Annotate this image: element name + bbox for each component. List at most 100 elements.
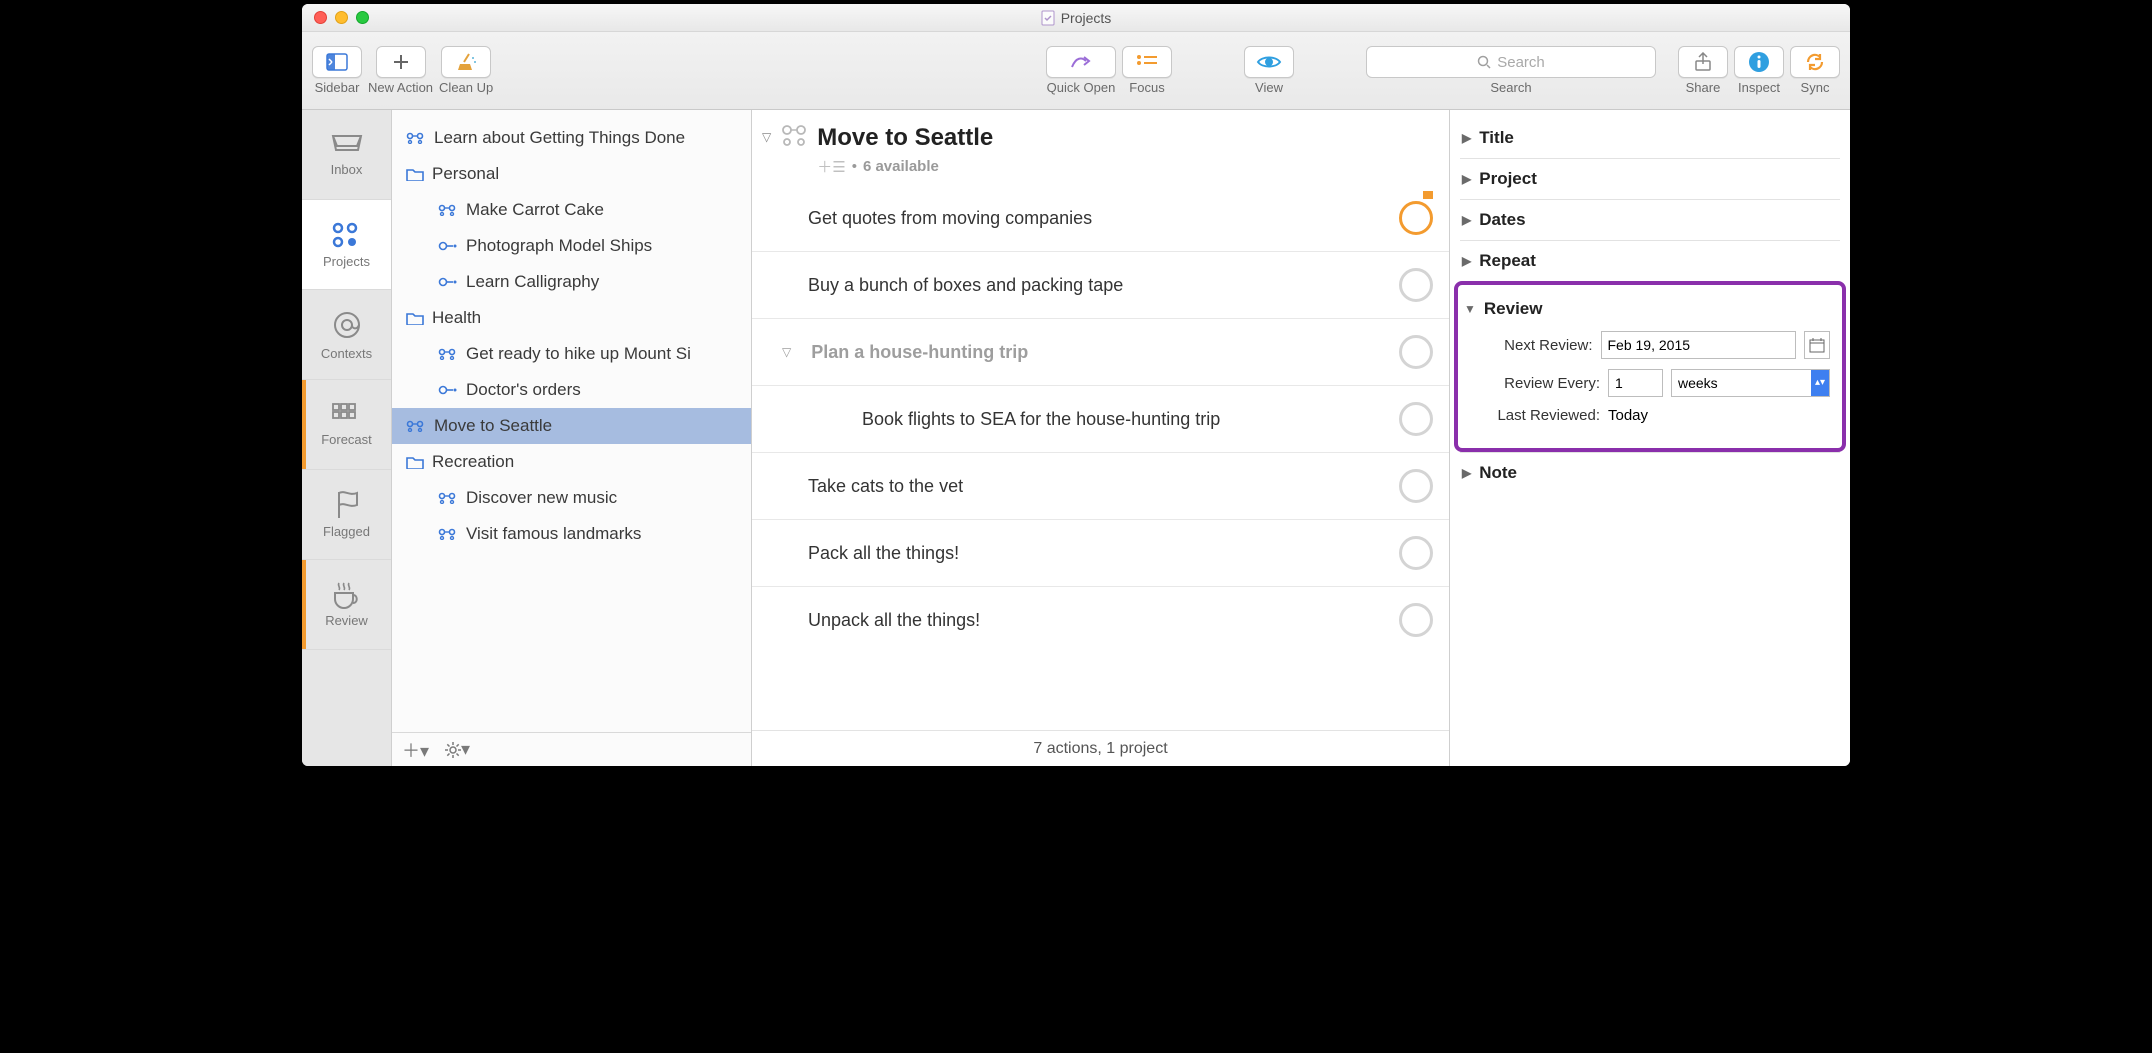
folder-icon bbox=[406, 311, 424, 325]
toolbar-label: Inspect bbox=[1738, 80, 1780, 95]
perspective-inbox[interactable]: Inbox bbox=[302, 110, 391, 200]
view-button[interactable] bbox=[1244, 46, 1294, 78]
search-input[interactable]: Search bbox=[1366, 46, 1656, 78]
perspective-flagged[interactable]: Flagged bbox=[302, 470, 391, 560]
sidebar-item[interactable]: Move to Seattle bbox=[392, 408, 751, 444]
sidebar-item[interactable]: Make Carrot Cake bbox=[392, 192, 751, 228]
single-action-list-icon bbox=[438, 241, 458, 251]
task-row[interactable]: Unpack all the things! bbox=[752, 586, 1449, 653]
task-status-circle[interactable] bbox=[1399, 603, 1433, 637]
sidebar-item-label: Learn about Getting Things Done bbox=[434, 128, 685, 148]
inspector-section-repeat[interactable]: ▶Repeat bbox=[1462, 251, 1838, 271]
sidebar-item[interactable]: Learn about Getting Things Done bbox=[392, 120, 751, 156]
calendar-picker-button[interactable] bbox=[1804, 331, 1831, 359]
task-status-circle[interactable] bbox=[1399, 268, 1433, 302]
sidebar-item[interactable]: Visit famous landmarks bbox=[392, 516, 751, 552]
single-action-list-icon bbox=[438, 385, 458, 395]
task-status-circle[interactable] bbox=[1399, 201, 1433, 235]
sidebar-item-label: Move to Seattle bbox=[434, 416, 552, 436]
task-row[interactable]: Get quotes from moving companies bbox=[752, 185, 1449, 251]
inspector-section-project[interactable]: ▶Project bbox=[1462, 169, 1838, 189]
document-icon bbox=[1041, 10, 1055, 26]
task-title: Unpack all the things! bbox=[808, 610, 1385, 631]
sync-button[interactable] bbox=[1790, 46, 1840, 78]
project-sidebar: Learn about Getting Things DonePersonalM… bbox=[392, 110, 752, 766]
inspector-section-title[interactable]: ▶Title bbox=[1462, 128, 1838, 148]
add-menu-button[interactable]: ＋▾ bbox=[402, 737, 429, 763]
project-icon bbox=[406, 132, 426, 144]
review-unit-select[interactable]: weeks ▴▾ bbox=[1671, 369, 1830, 397]
next-review-input[interactable] bbox=[1601, 331, 1796, 359]
sidebar-item[interactable]: Doctor's orders bbox=[392, 372, 751, 408]
folder-icon bbox=[406, 455, 424, 469]
new-action-button[interactable] bbox=[376, 46, 426, 78]
sidebar-item[interactable]: Personal bbox=[392, 156, 751, 192]
eye-icon bbox=[1256, 54, 1282, 70]
task-title: Plan a house-hunting trip bbox=[811, 342, 1385, 363]
inspect-button[interactable] bbox=[1734, 46, 1784, 78]
forecast-icon bbox=[331, 402, 363, 428]
task-status-circle[interactable] bbox=[1399, 469, 1433, 503]
task-group-header[interactable]: ▽ Plan a house-hunting trip bbox=[752, 318, 1449, 385]
sidebar-item[interactable]: Health bbox=[392, 300, 751, 336]
task-row[interactable]: Book flights to SEA for the house-huntin… bbox=[752, 385, 1449, 452]
sidebar-item[interactable]: Photograph Model Ships bbox=[392, 228, 751, 264]
perspective-projects[interactable]: Projects bbox=[302, 200, 391, 290]
add-note-icon[interactable]: ＋☰ bbox=[817, 156, 845, 177]
perspective-contexts[interactable]: Contexts bbox=[302, 290, 391, 380]
list-icon bbox=[1136, 55, 1158, 69]
task-title: Buy a bunch of boxes and packing tape bbox=[808, 275, 1385, 296]
flag-indicator-icon bbox=[1423, 191, 1433, 199]
arrow-icon bbox=[1070, 53, 1092, 71]
calendar-icon bbox=[1809, 337, 1825, 353]
toolbar-label: Sync bbox=[1801, 80, 1830, 95]
task-status-circle[interactable] bbox=[1399, 402, 1433, 436]
toolbar-label: Sidebar bbox=[315, 80, 360, 95]
perspective-bar: Inbox Projects Contexts Forecast Flagged… bbox=[302, 110, 392, 766]
inspector-section-review[interactable]: ▼Review bbox=[1464, 299, 1836, 319]
disclosure-triangle-icon[interactable]: ▽ bbox=[782, 345, 791, 359]
last-reviewed-value: Today bbox=[1608, 407, 1648, 424]
perspective-review[interactable]: Review bbox=[302, 560, 391, 650]
broom-icon bbox=[455, 52, 477, 72]
inspector-section-dates[interactable]: ▶Dates bbox=[1462, 210, 1838, 230]
toolbar-label: Search bbox=[1490, 80, 1531, 95]
clean-up-button[interactable] bbox=[441, 46, 491, 78]
quick-open-button[interactable] bbox=[1046, 46, 1116, 78]
sidebar-item-label: Visit famous landmarks bbox=[466, 524, 641, 544]
next-review-label: Next Review: bbox=[1470, 337, 1593, 354]
task-row[interactable]: Take cats to the vet bbox=[752, 452, 1449, 519]
sidebar-item-label: Recreation bbox=[432, 452, 514, 472]
project-icon bbox=[438, 528, 458, 540]
share-button[interactable] bbox=[1678, 46, 1728, 78]
toolbar-label: Share bbox=[1686, 80, 1721, 95]
folder-icon bbox=[406, 167, 424, 181]
sidebar-item-label: Learn Calligraphy bbox=[466, 272, 599, 292]
sidebar-toggle-button[interactable] bbox=[312, 46, 362, 78]
sidebar-item[interactable]: Recreation bbox=[392, 444, 751, 480]
titlebar: Projects bbox=[302, 4, 1850, 32]
task-status-circle[interactable] bbox=[1399, 536, 1433, 570]
gear-icon bbox=[445, 742, 461, 758]
projects-icon bbox=[330, 220, 364, 250]
sidebar-item[interactable]: Get ready to hike up Mount Si bbox=[392, 336, 751, 372]
review-every-input[interactable] bbox=[1608, 369, 1663, 397]
inspector-section-note[interactable]: ▶Note bbox=[1462, 463, 1838, 483]
inspector: ▶Title ▶Project ▶Dates ▶Repeat ▼Review N… bbox=[1450, 110, 1850, 766]
project-icon bbox=[438, 204, 458, 216]
focus-button[interactable] bbox=[1122, 46, 1172, 78]
task-row[interactable]: Buy a bunch of boxes and packing tape bbox=[752, 251, 1449, 318]
task-title: Pack all the things! bbox=[808, 543, 1385, 564]
project-icon bbox=[438, 492, 458, 504]
sidebar-item-label: Discover new music bbox=[466, 488, 617, 508]
sidebar-item[interactable]: Discover new music bbox=[392, 480, 751, 516]
search-placeholder: Search bbox=[1497, 54, 1545, 71]
disclosure-triangle-icon[interactable]: ▽ bbox=[762, 130, 771, 144]
sidebar-item[interactable]: Learn Calligraphy bbox=[392, 264, 751, 300]
gear-menu-button[interactable]: ▾ bbox=[445, 739, 470, 760]
review-every-label: Review Every: bbox=[1470, 375, 1600, 392]
sidebar-footer: ＋▾ ▾ bbox=[392, 732, 751, 766]
perspective-forecast[interactable]: Forecast bbox=[302, 380, 391, 470]
task-status-circle[interactable] bbox=[1399, 335, 1433, 369]
task-row[interactable]: Pack all the things! bbox=[752, 519, 1449, 586]
